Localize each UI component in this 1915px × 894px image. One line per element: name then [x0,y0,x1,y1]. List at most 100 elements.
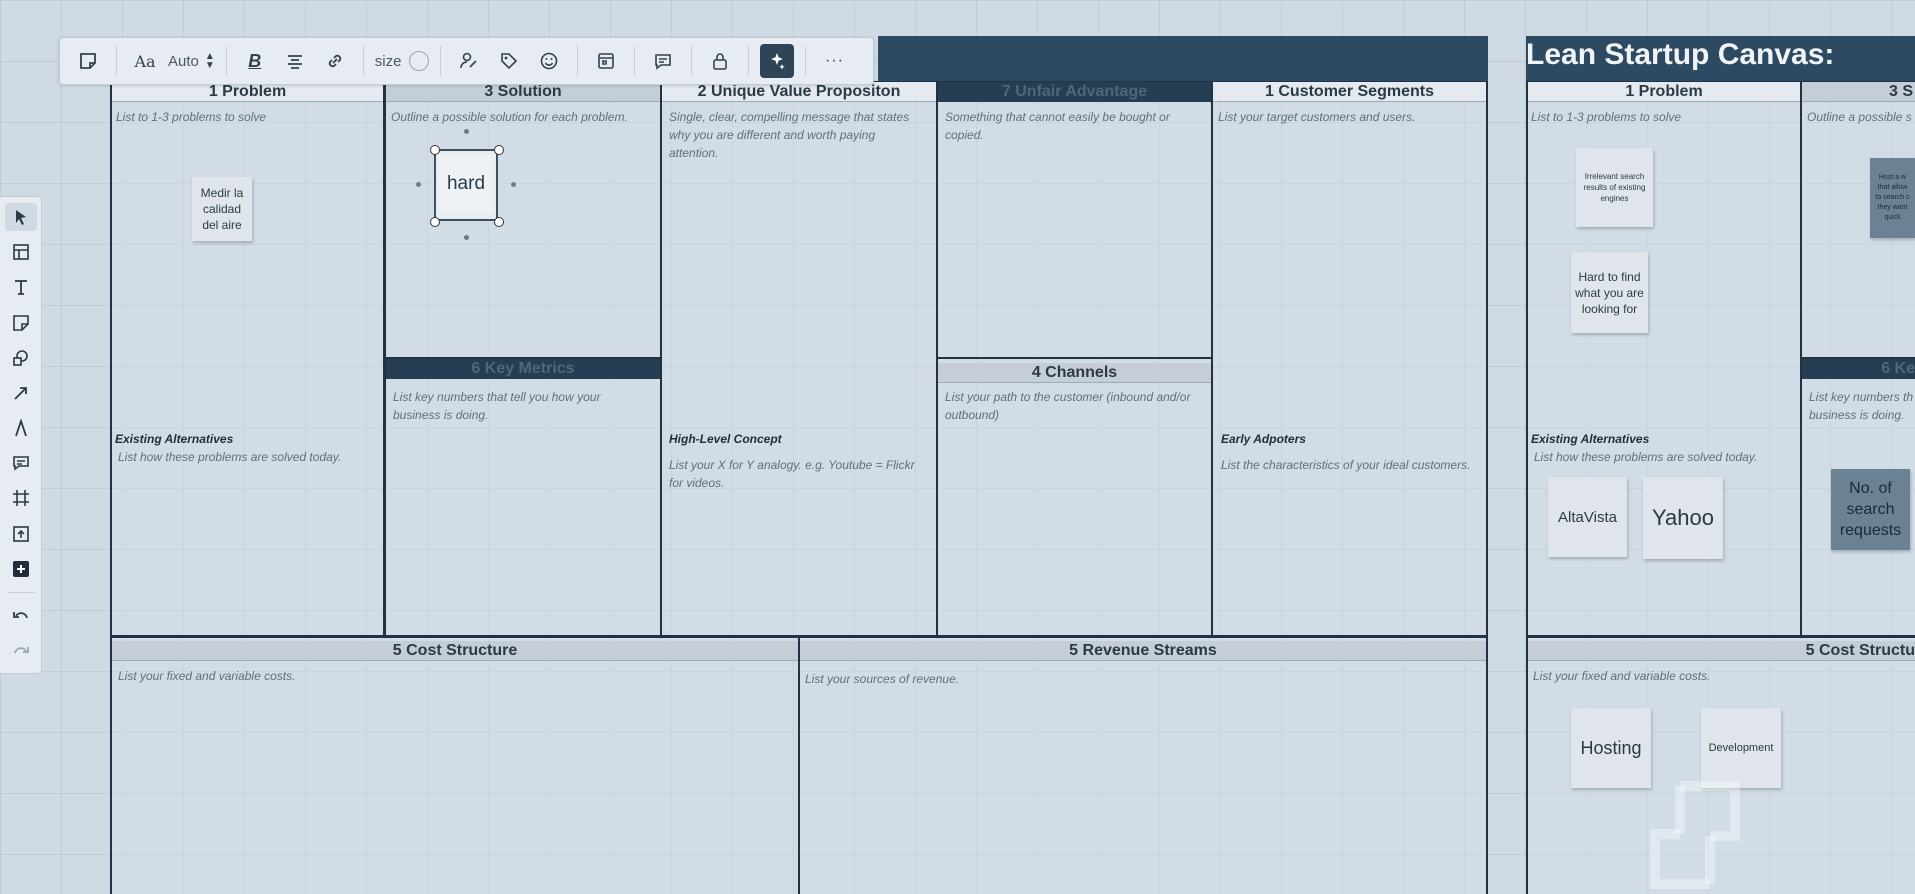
connector-tool[interactable] [5,379,37,407]
problem-header: 1 Problem [112,82,383,102]
toolbar-divider [634,46,636,76]
shape-size-button[interactable]: size [375,44,430,78]
link-icon [328,54,341,68]
circle-icon [409,51,430,71]
resize-corner-bl[interactable] [430,217,440,227]
metrics-hint-right: List key numbers th business is doing. [1809,390,1914,422]
cost-hint-right: List your fixed and variable costs. [1533,669,1711,683]
sticky-note[interactable]: Hard to find what you are looking for [1571,252,1648,333]
size-label: size [374,52,402,70]
cost-header: 5 Cost Structure [112,641,798,661]
cost-hint: List your fixed and variable costs. [118,669,296,683]
uvp-section[interactable] [660,81,938,637]
alternatives-hint-right: List how these problems are solved today… [1534,450,1758,464]
concept-label: High-Level Concept [669,432,782,446]
toolbar-divider [225,46,227,76]
selection-box[interactable]: hard [434,149,498,221]
sticky-note[interactable]: Yahoo [1643,477,1723,559]
card-button[interactable] [589,44,623,78]
toolbar-divider [748,46,750,76]
more-tools-button[interactable] [5,555,37,583]
font-size-select[interactable]: Auto ▲ ▼ [168,44,215,78]
canvas-title: Lean Startup Canvas: [1526,38,1835,71]
plus-icon [12,560,29,577]
canvas-header-bar [878,36,1488,81]
tag-icon [501,53,518,70]
align-center-icon [287,55,302,69]
sticky-note[interactable]: AltaVista [1548,477,1627,557]
watermark-logo-icon [1650,781,1740,889]
toolbar-divider [691,46,693,76]
metrics-header-right: 6 Ke [1802,359,1915,379]
more-button[interactable]: ··· [817,44,851,78]
comment-button[interactable] [646,44,680,78]
sticky-note[interactable]: Irrelevant search results of existing en… [1576,148,1653,227]
shapes-tool[interactable] [5,344,37,372]
text-tool[interactable] [5,273,37,301]
undo-button[interactable] [5,603,37,631]
assign-button[interactable] [452,44,486,78]
metrics-hint: List key numbers that tell you how your … [393,390,601,422]
unfair-hint: Something that cannot easily be bought o… [945,110,1170,142]
template-icon [12,244,29,261]
adopters-hint: List the characteristics of your ideal c… [1221,458,1471,472]
cursor-icon [15,210,26,226]
resize-corner-br[interactable] [494,217,504,227]
format-toolbar: Aa Auto ▲ ▼ B size ··· [59,37,874,85]
sticky-note-editing[interactable]: hard [439,155,493,213]
redo-button[interactable] [5,638,37,666]
segments-section[interactable] [1211,81,1488,637]
font-button[interactable]: Aa [128,44,162,78]
sticky-note-type-button[interactable] [71,44,105,78]
link-button[interactable] [318,44,352,78]
lock-icon [713,53,728,70]
cost-header-right: 5 Cost Structu [1528,641,1915,661]
select-tool[interactable] [4,203,37,232]
problem-hint: List to 1-3 problems to solve [116,110,267,124]
more-icon: ··· [824,52,844,69]
pen-tool[interactable] [5,414,37,442]
rail-divider [6,591,35,593]
comment-tool[interactable] [5,449,37,477]
resize-corner-tl[interactable] [430,145,440,155]
selection-handle-bottom[interactable] [464,235,469,240]
selection-handle-left[interactable] [416,182,421,187]
emoji-icon [541,52,558,70]
uvp-header: 2 Unique Value Propositon [662,82,936,102]
templates-tool[interactable] [5,238,37,266]
tag-button[interactable] [492,44,526,78]
font-icon: Aa [134,51,156,71]
bold-button[interactable]: B [238,44,272,78]
sticky-note[interactable]: Host a w that allow to search c they wan… [1870,158,1915,238]
sticky-note[interactable]: Medir la calidad del aire [192,177,252,241]
problem-section[interactable] [110,81,385,637]
sticky-note-tool[interactable] [5,309,37,337]
pen-icon [14,419,27,437]
lock-button[interactable] [703,44,737,78]
toolbar-divider [362,46,364,76]
sticky-note[interactable]: Hosting [1571,708,1651,788]
comment-icon [12,456,29,471]
sparkle-icon [771,53,786,70]
upload-tool[interactable] [5,520,37,548]
resize-corner-tr[interactable] [494,145,504,155]
toolbar-divider [116,46,117,76]
align-button[interactable] [278,44,312,78]
concept-hint: List your X for Y analogy. e.g. Youtube … [669,458,915,490]
emoji-button[interactable] [532,44,566,78]
stepper-icon: ▲ ▼ [204,51,215,71]
sticky-note[interactable]: No. of search requests [1831,469,1910,550]
solution-hint: Outline a possible solution for each pro… [391,110,628,124]
solution-header: 3 Solution [386,82,660,102]
selection-handle-right[interactable] [511,182,516,187]
frame-tool[interactable] [5,484,37,512]
shapes-icon [12,349,28,366]
metrics-header: 6 Key Metrics [386,359,660,379]
selection-handle-top[interactable] [464,129,469,134]
redo-icon [13,646,29,654]
frame-icon [12,490,29,507]
ai-assist-button[interactable] [760,44,795,78]
problem-hint-right: List to 1-3 problems to solve [1531,110,1682,124]
comment-icon [655,54,672,70]
toolbar-divider [805,46,807,76]
